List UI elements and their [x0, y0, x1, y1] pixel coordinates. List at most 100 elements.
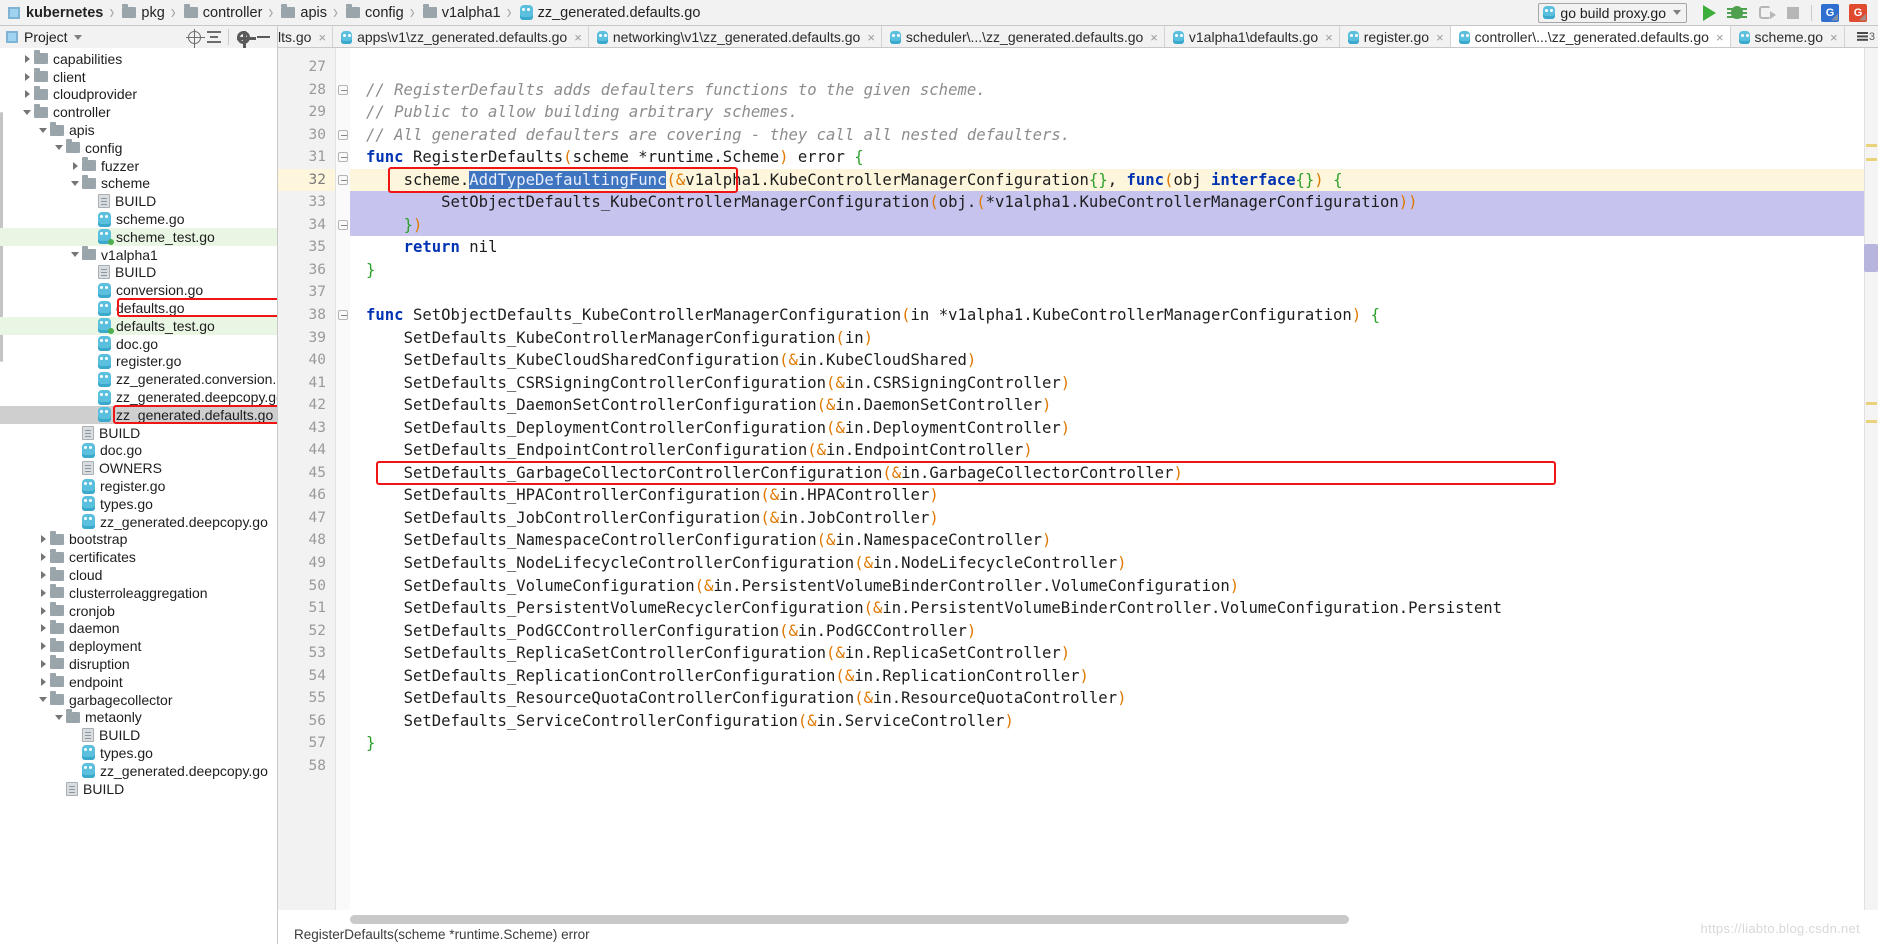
fold-toggle[interactable]: [336, 304, 350, 327]
tree-file-zz-generated-deepcopy-go[interactable]: zz_generated.deepcopy.go: [0, 513, 277, 531]
marker-warning[interactable]: [1866, 420, 1877, 423]
close-icon[interactable]: ×: [867, 31, 875, 44]
tree-file-register-go[interactable]: register.go: [0, 353, 277, 371]
code-line[interactable]: SetDefaults_EndpointControllerConfigurat…: [350, 439, 1878, 462]
fold-collapse-icon[interactable]: [338, 310, 348, 321]
marker-scrollbar[interactable]: [1864, 48, 1878, 910]
chevron-right-icon[interactable]: [20, 72, 34, 81]
code-line[interactable]: scheme.AddTypeDefaultingFunc(&v1alpha1.K…: [350, 168, 1878, 192]
tree-file-build[interactable]: BUILD: [0, 192, 277, 210]
locate-file-button[interactable]: [184, 27, 205, 48]
tree-file-zz-generated-deepcopy-go[interactable]: zz_generated.deepcopy.go: [0, 388, 277, 406]
code-line[interactable]: SetDefaults_PersistentVolumeRecyclerConf…: [350, 597, 1878, 620]
chevron-right-icon[interactable]: [36, 553, 50, 562]
code-line[interactable]: }: [350, 259, 1878, 282]
chevron-right-icon[interactable]: [20, 90, 34, 99]
code-line[interactable]: [350, 755, 1878, 778]
code-line[interactable]: // Public to allow building arbitrary sc…: [350, 101, 1878, 124]
stop-button[interactable]: [1780, 2, 1806, 24]
code-line[interactable]: }: [350, 732, 1878, 755]
close-icon[interactable]: ×: [1325, 31, 1333, 44]
code-line[interactable]: SetDefaults_KubeControllerManagerConfigu…: [350, 327, 1878, 350]
tree-file-scheme-go[interactable]: scheme.go: [0, 210, 277, 228]
tree-folder-metaonly[interactable]: metaonly: [0, 708, 277, 726]
fold-collapse-icon[interactable]: [338, 219, 348, 230]
code-line[interactable]: SetDefaults_PodGCControllerConfiguration…: [350, 620, 1878, 643]
close-icon[interactable]: ×: [318, 31, 326, 44]
fold-toggle[interactable]: [336, 169, 350, 192]
marker-warning[interactable]: [1866, 402, 1877, 405]
tree-file-zz-generated-conversion-go[interactable]: zz_generated.conversion.go: [0, 370, 277, 388]
code-line[interactable]: [350, 56, 1878, 79]
chevron-right-icon[interactable]: [36, 588, 50, 597]
chevron-right-icon[interactable]: [36, 677, 50, 686]
chevron-down-icon[interactable]: [68, 252, 82, 258]
breadcrumb-item-v1alpha1[interactable]: v1alpha1: [419, 0, 503, 26]
code-line[interactable]: SetDefaults_NodeLifecycleControllerConfi…: [350, 552, 1878, 575]
close-icon[interactable]: ×: [1716, 31, 1724, 44]
fold-toggle[interactable]: [336, 79, 350, 102]
fold-collapse-icon[interactable]: [338, 84, 348, 95]
chevron-down-icon[interactable]: [68, 180, 82, 186]
chevron-down-icon[interactable]: [20, 109, 34, 115]
close-icon[interactable]: ×: [1436, 31, 1444, 44]
editor-tab-register-go[interactable]: register.go ×: [1339, 26, 1451, 47]
tree-file-types-go[interactable]: types.go: [0, 744, 277, 762]
code-line[interactable]: SetDefaults_CSRSigningControllerConfigur…: [350, 372, 1878, 395]
debug-button[interactable]: [1724, 2, 1750, 24]
code-line[interactable]: SetDefaults_JobControllerConfiguration(&…: [350, 507, 1878, 530]
code-line[interactable]: SetDefaults_DaemonSetControllerConfigura…: [350, 394, 1878, 417]
tree-file-build[interactable]: BUILD: [0, 264, 277, 282]
chevron-right-icon[interactable]: [36, 535, 50, 544]
code-line[interactable]: }): [350, 213, 1878, 237]
code-line[interactable]: SetDefaults_ServiceControllerConfigurati…: [350, 710, 1878, 733]
chevron-right-icon[interactable]: [68, 161, 82, 170]
chevron-right-icon[interactable]: [36, 642, 50, 651]
tree-file-conversion-go[interactable]: conversion.go: [0, 281, 277, 299]
close-icon[interactable]: ×: [1150, 31, 1158, 44]
tree-file-build[interactable]: BUILD: [0, 424, 277, 442]
tree-file-build[interactable]: BUILD: [0, 726, 277, 744]
editor-tab-networking-v1-zz-generated-defaults-go[interactable]: networking\v1\zz_generated.defaults.go ×: [588, 26, 882, 47]
tree-file-owners[interactable]: OWNERS: [0, 459, 277, 477]
run-button[interactable]: [1696, 2, 1722, 24]
code-line[interactable]: SetDefaults_GarbageCollectorControllerCo…: [350, 462, 1878, 485]
breadcrumb-item-apis[interactable]: apis: [277, 0, 329, 26]
tree-folder-capabilities[interactable]: capabilities: [0, 50, 277, 68]
chevron-down-icon[interactable]: [52, 714, 66, 720]
code-line[interactable]: // RegisterDefaults adds defaulters func…: [350, 79, 1878, 102]
tree-folder-deployment[interactable]: deployment: [0, 637, 277, 655]
chevron-down-icon[interactable]: [36, 697, 50, 703]
code-line[interactable]: SetDefaults_NamespaceControllerConfigura…: [350, 529, 1878, 552]
tree-folder-certificates[interactable]: certificates: [0, 548, 277, 566]
code-line[interactable]: SetDefaults_HPAControllerConfiguration(&…: [350, 484, 1878, 507]
marker-warning[interactable]: [1866, 158, 1877, 161]
code-line[interactable]: [350, 281, 1878, 304]
project-tree-panel[interactable]: capabilities client cloudprovider controlle…: [0, 48, 278, 944]
tree-file-doc-go[interactable]: doc.go: [0, 335, 277, 353]
tree-file-build[interactable]: BUILD: [0, 780, 277, 798]
scrollbar-thumb[interactable]: [1864, 244, 1878, 272]
code-line[interactable]: SetObjectDefaults_KubeControllerManagerC…: [350, 191, 1878, 214]
tree-folder-endpoint[interactable]: endpoint: [0, 673, 277, 691]
tree-folder-client[interactable]: client: [0, 68, 277, 86]
chevron-right-icon[interactable]: [36, 659, 50, 668]
editor-tab-controller-zz-generated-defaults-go[interactable]: controller\...\zz_generated.defaults.go ×: [1450, 26, 1731, 47]
close-icon[interactable]: ×: [1830, 31, 1838, 44]
code-line[interactable]: SetDefaults_ReplicaSetControllerConfigur…: [350, 642, 1878, 665]
code-line[interactable]: func SetObjectDefaults_KubeControllerMan…: [350, 304, 1878, 327]
attach-debugger-button[interactable]: [1752, 2, 1778, 24]
tree-folder-fuzzer[interactable]: fuzzer: [0, 157, 277, 175]
code-editor[interactable]: 27 28 29 30 31 32 33 34 35 36 37 38 39 40 41 42 43 44 45 46…: [278, 48, 1878, 910]
tree-file-zz-generated-defaults-go[interactable]: zz_generated.defaults.go: [0, 405, 277, 424]
tree-file-doc-go[interactable]: doc.go: [0, 442, 277, 460]
code-line[interactable]: // All generated defaulters are covering…: [350, 124, 1878, 147]
breadcrumb-item-zz-generated-defaults-go[interactable]: zz_generated.defaults.go: [516, 0, 703, 26]
tree-folder-apis[interactable]: apis: [0, 121, 277, 139]
git-commit-button[interactable]: G: [1845, 2, 1871, 24]
chevron-right-icon[interactable]: [36, 606, 50, 615]
tree-folder-v1alpha1[interactable]: v1alpha1: [0, 246, 277, 264]
panel-settings-button[interactable]: [233, 27, 256, 50]
code-line[interactable]: func RegisterDefaults(scheme *runtime.Sc…: [350, 146, 1878, 169]
fold-collapse-icon[interactable]: [338, 129, 348, 140]
